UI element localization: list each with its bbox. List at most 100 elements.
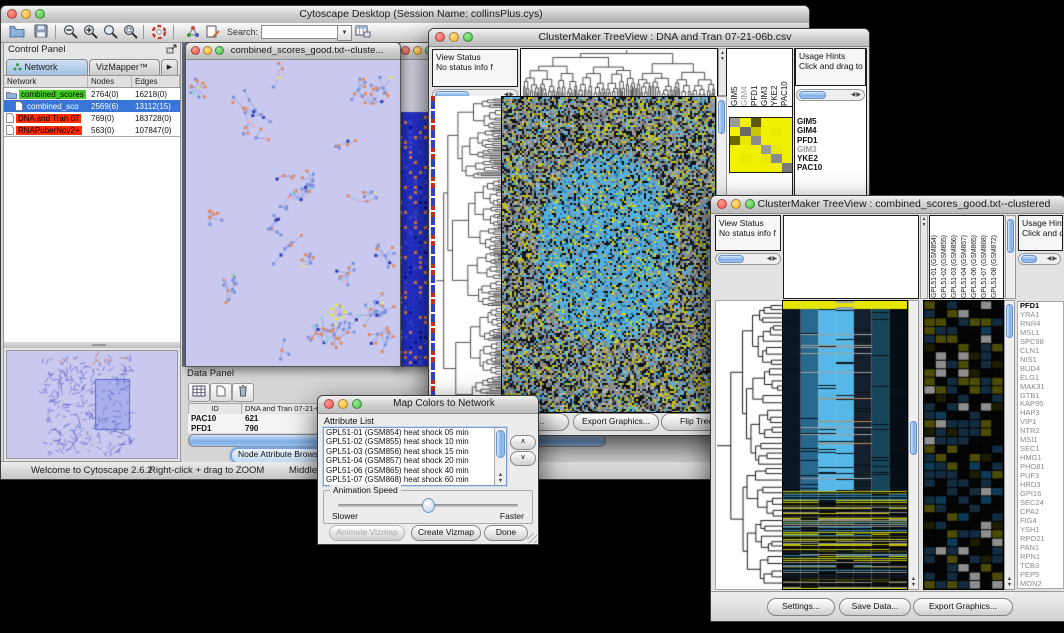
attribute-list-item[interactable]: GPL51-06 (GSM865) heat shock 40 min [324, 466, 506, 475]
tv1-title-bar[interactable]: ClusterMaker TreeView : DNA and Tran 07-… [429, 29, 869, 47]
resize-grip[interactable] [527, 533, 537, 543]
zoom-window-icon[interactable] [352, 399, 362, 409]
network-tree-row[interactable]: RNAPuberNov2+563(0)107847(0) [4, 124, 180, 136]
close-icon[interactable] [717, 199, 727, 209]
scroll-arrows-icon[interactable]: ◀▶ [1047, 254, 1058, 264]
scroll-arrows-icon[interactable]: ▲▼ [495, 472, 506, 484]
zoom-heatmap-cell [761, 118, 771, 127]
panel-splitter[interactable] [4, 342, 180, 348]
save-data-button[interactable]: Save Data... [839, 598, 911, 616]
tv2-zoom-heatmap[interactable] [923, 300, 1004, 590]
attribute-list-vscrollbar[interactable]: ▲▼ [494, 428, 506, 485]
minimize-icon[interactable] [449, 32, 459, 42]
scroll-arrows-icon[interactable]: ▲▼ [909, 576, 918, 588]
zoom-window-icon[interactable] [215, 46, 224, 55]
tv2-heatmap[interactable] [782, 300, 908, 590]
tv2-usage-hscrollbar[interactable]: ◀▶ [1018, 253, 1061, 265]
attribute-list-item[interactable]: GPL51-03 (GSM856) heat shock 15 min [324, 447, 506, 456]
tv2-label-vscrollbar[interactable] [1005, 215, 1016, 299]
dialog-title-bar[interactable]: Map Colors to Network [318, 396, 538, 414]
export-graphics-button[interactable]: Export Graphics... [913, 598, 1013, 616]
network-tree-row[interactable]: combined_scores2764(0)16218(0) [4, 88, 180, 100]
network-tree-row[interactable]: combined_sco2569(6)13112(15) [4, 100, 180, 112]
tv2-heatmap-vscrollbar[interactable]: ▲▼ [908, 300, 919, 590]
move-up-button[interactable]: ∧ [510, 435, 536, 450]
tv2-top-vscroll-arrows[interactable]: ▲▼ [920, 215, 928, 299]
close-icon[interactable] [401, 46, 410, 55]
zoom-heatmap-cell [771, 163, 781, 172]
network-canvas[interactable] [186, 60, 398, 366]
close-icon[interactable] [7, 9, 17, 19]
attribute-list-item[interactable]: GPL51-04 (GSM857) heat shock 20 min [324, 456, 506, 465]
import-network-icon[interactable] [183, 24, 203, 40]
animate-vizmap-button[interactable]: Animate Vizmap [329, 525, 405, 541]
window-controls[interactable] [7, 9, 45, 19]
tv1-heatmap[interactable] [501, 96, 716, 413]
network-overview[interactable] [6, 350, 178, 459]
zoom-heatmap-cell [782, 136, 792, 145]
tab-network[interactable]: Network [6, 59, 88, 75]
zoom-out-icon[interactable] [61, 24, 81, 40]
attribute-select-icon[interactable] [188, 383, 210, 402]
tv2-gene-dendrogram[interactable] [715, 300, 783, 590]
open-file-icon[interactable] [7, 24, 27, 40]
help-lifesaver-icon[interactable] [149, 24, 169, 40]
done-button[interactable]: Done [484, 525, 528, 541]
float-panel-icon[interactable] [166, 44, 177, 58]
tv2-top-dendrogram-area [783, 215, 919, 299]
folder-icon [6, 90, 17, 99]
move-down-button[interactable]: ∨ [510, 451, 536, 466]
search-input[interactable] [261, 25, 339, 39]
annotation-icon[interactable] [203, 24, 223, 40]
attribute-listbox[interactable]: GPL51-01 (GSM854) heat shock 05 minGPL51… [323, 427, 507, 486]
array-column-label: GPL51-01 (GSM854) [931, 216, 941, 298]
close-icon[interactable] [435, 32, 445, 42]
tv2-gene-vscrollbar[interactable]: ▲▼ [1004, 300, 1015, 590]
tv2-status-hscrollbar[interactable]: ◀▶ [715, 253, 781, 265]
array-column-label: PAC10 [780, 49, 790, 106]
main-title-bar[interactable]: Cytoscape Desktop (Session Name: collins… [1, 6, 809, 24]
minimize-icon[interactable] [21, 9, 31, 19]
delete-attribute-icon[interactable] [232, 383, 254, 402]
attribute-list-item[interactable]: GPL51-07 (GSM868) heat shock 60 min [324, 475, 506, 484]
attribute-list-item[interactable]: GPL51-01 (GSM854) heat shock 05 min [324, 428, 506, 437]
scroll-arrows-icon[interactable]: ◀▶ [767, 254, 778, 264]
tv1-top-dendrogram[interactable] [520, 48, 718, 98]
speed-slider-thumb[interactable] [422, 498, 435, 513]
tv1-gene-dendrogram[interactable] [435, 96, 501, 411]
tv2-usage-hints-panel: Usage Hints Click and drag to [1018, 215, 1063, 251]
tv1-zoom-heatmap[interactable] [729, 117, 793, 173]
zoom-window-icon[interactable] [463, 32, 473, 42]
settings-button[interactable]: Settings... [767, 598, 835, 616]
minimize-icon[interactable] [413, 46, 422, 55]
desktop: Cytoscape Desktop (Session Name: collins… [0, 0, 1064, 633]
tv2-title-bar[interactable]: ClusterMaker TreeView : combined_scores_… [711, 196, 1064, 214]
zoom-selected-icon[interactable] [121, 24, 141, 40]
new-attribute-icon[interactable] [210, 383, 232, 402]
zoom-window-icon[interactable] [745, 199, 755, 209]
scroll-arrows-icon[interactable]: ▲▼ [1005, 576, 1014, 588]
minimize-icon[interactable] [338, 399, 348, 409]
save-session-icon[interactable] [31, 24, 51, 40]
attribute-list-item[interactable]: GPL51-02 (GSM855) heat shock 10 min [324, 437, 506, 446]
network1-title-bar[interactable]: combined_scores_good.txt--cluste... [186, 43, 400, 60]
zoom-window-icon[interactable] [35, 9, 45, 19]
tab-vizmapper[interactable]: VizMapper™ [89, 59, 160, 75]
tv1-usage-hscrollbar[interactable]: ◀▶ [796, 89, 865, 101]
export-graphics-button[interactable]: Export Graphics... [573, 413, 659, 431]
close-icon[interactable] [191, 46, 200, 55]
zoom-fit-icon[interactable] [101, 24, 121, 40]
minimize-icon[interactable] [203, 46, 212, 55]
create-vizmap-button[interactable]: Create Vizmap [411, 525, 481, 541]
array-column-label: PFD1 [750, 49, 760, 106]
zoom-in-icon[interactable] [81, 24, 101, 40]
attribute-browser-icon[interactable] [353, 24, 373, 40]
close-icon[interactable] [324, 399, 334, 409]
tab-network-label: Network [25, 62, 58, 72]
network-tree-row[interactable]: DNA and Tran 07769(0)183728(0) [4, 112, 180, 124]
tab-overflow-arrow-icon[interactable]: ▶ [161, 59, 178, 75]
zoom-heatmap-cell [771, 154, 781, 163]
scroll-arrows-icon[interactable]: ◀▶ [851, 90, 862, 100]
minimize-icon[interactable] [731, 199, 741, 209]
search-dropdown-icon[interactable]: ▼ [337, 25, 352, 41]
